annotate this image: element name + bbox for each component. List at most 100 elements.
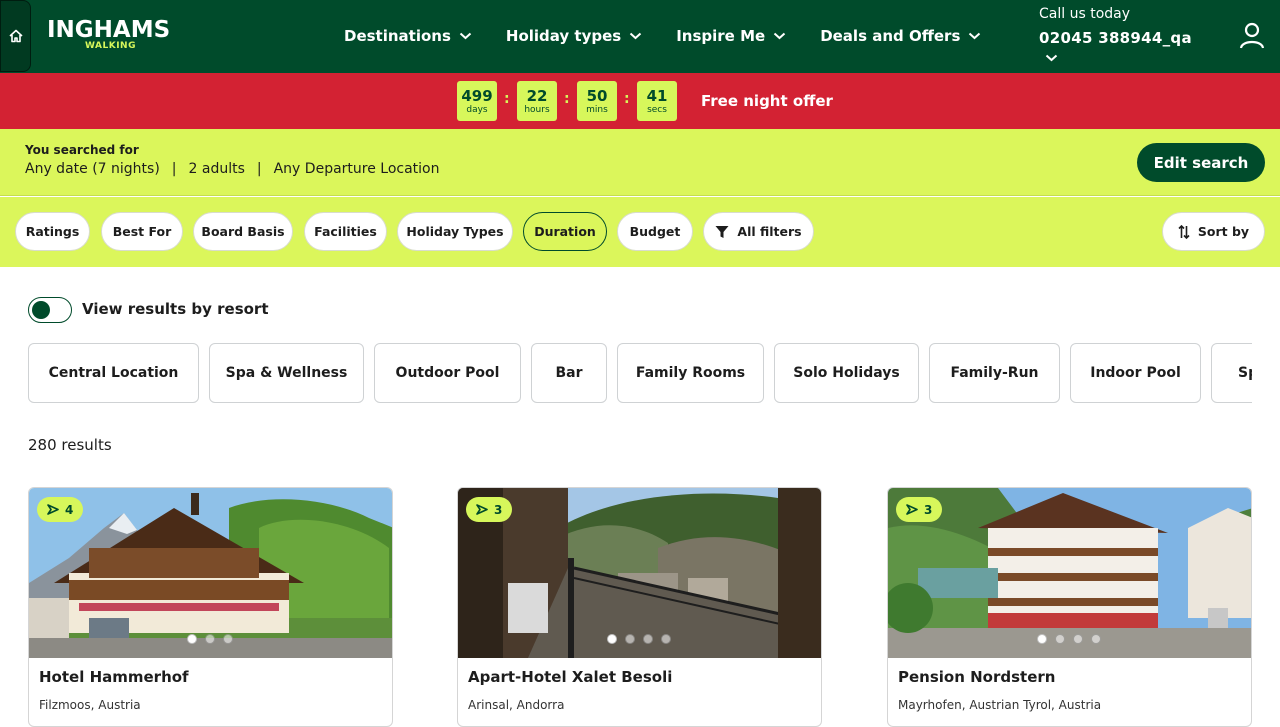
carousel-dot[interactable] — [1091, 634, 1101, 644]
chevron-down-icon — [774, 32, 786, 40]
criteria-separator: | — [256, 161, 262, 177]
carousel-dot[interactable] — [187, 634, 197, 644]
carousel-dot[interactable] — [205, 634, 215, 644]
hotel-name[interactable]: Pension Nordstern — [898, 668, 1055, 686]
search-departure: Any Departure Location — [273, 161, 440, 177]
carousel-dot[interactable] — [1073, 634, 1083, 644]
edit-search-button[interactable]: Edit search — [1137, 143, 1265, 182]
facility-indoor-pool[interactable]: Indoor Pool — [1070, 343, 1201, 403]
hotel-location: Mayrhofen, Austrian Tyrol, Austria — [898, 698, 1102, 712]
toggle-knob — [32, 301, 50, 319]
carousel-dot[interactable] — [1055, 634, 1065, 644]
secs-value: 41 — [646, 87, 668, 105]
hotel-name[interactable]: Hotel Hammerhof — [39, 668, 189, 686]
search-guests: 2 adults — [188, 161, 245, 177]
filter-board-basis[interactable]: Board Basis — [193, 212, 293, 251]
countdown-mins: 50 mins — [577, 81, 617, 121]
search-date: Any date (7 nights) — [25, 161, 160, 177]
rating-badge: 3 — [466, 497, 513, 522]
hotel-card[interactable]: 3 Pension Nordstern Mayrhofen, Austrian … — [887, 487, 1252, 727]
countdown-banner[interactable]: 499 days : 22 hours : 50 mins : 41 secs … — [0, 73, 1280, 129]
call-label: Call us today — [1039, 6, 1131, 22]
criteria-separator: | — [171, 161, 177, 177]
filter-best-for[interactable]: Best For — [101, 212, 183, 251]
carousel-dot[interactable] — [223, 634, 233, 644]
carousel-dot[interactable] — [661, 634, 671, 644]
days-value: 499 — [461, 87, 493, 105]
countdown-hours: 22 hours — [517, 81, 557, 121]
chevron-down-icon — [459, 32, 472, 40]
carousel-dot[interactable] — [1037, 634, 1047, 644]
filter-ratings[interactable]: Ratings — [15, 212, 90, 251]
facility-spa-wellness[interactable]: Spa & Wellness — [209, 343, 364, 403]
nav-deals-offers[interactable]: Deals and Offers — [820, 27, 981, 45]
play-icon — [906, 504, 918, 515]
facility-family-rooms[interactable]: Family Rooms — [617, 343, 764, 403]
carousel-dot[interactable] — [643, 634, 653, 644]
search-summary-title: You searched for — [25, 143, 139, 157]
nav-destinations[interactable]: Destinations — [344, 27, 472, 45]
image-carousel-dots — [187, 634, 233, 644]
offer-text[interactable]: Free night offer — [701, 92, 833, 110]
user-icon[interactable] — [1239, 22, 1265, 50]
countdown-separator: : — [564, 91, 570, 107]
chevron-down-icon[interactable] — [1045, 54, 1058, 62]
phone-number[interactable]: 02045 388944_qa — [1039, 29, 1192, 47]
filter-budget[interactable]: Budget — [617, 212, 693, 251]
resort-view-toggle[interactable] — [28, 297, 72, 323]
filter-holiday-types[interactable]: Holiday Types — [397, 212, 513, 251]
site-header: INGHAMS WALKING Destinations Holiday typ… — [0, 0, 1280, 73]
carousel-dot[interactable] — [607, 634, 617, 644]
nav-holiday-types[interactable]: Holiday types — [506, 27, 642, 45]
hotel-location: Arinsal, Andorra — [468, 698, 565, 712]
rating-value: 4 — [65, 502, 74, 517]
nav-label: Deals and Offers — [820, 27, 961, 45]
nav-label: Destinations — [344, 27, 451, 45]
sort-by-label: Sort by — [1197, 224, 1250, 239]
secs-unit: secs — [647, 105, 667, 115]
filter-bar: Ratings Best For Board Basis Facilities … — [0, 197, 1280, 267]
hotel-image[interactable]: 3 — [888, 488, 1251, 658]
inghams-logo[interactable]: INGHAMS WALKING — [47, 18, 170, 51]
sort-by-button[interactable]: Sort by — [1162, 212, 1265, 251]
logo-sub: WALKING — [85, 41, 136, 51]
results-count: 280 results — [28, 436, 112, 454]
sort-icon — [1178, 224, 1190, 239]
hotel-image[interactable]: 4 — [29, 488, 392, 658]
hotel-card[interactable]: 4 Hotel Hammerhof Filzmoos, Austria — [28, 487, 393, 727]
hours-unit: hours — [524, 105, 550, 115]
play-icon — [47, 504, 59, 515]
facility-bar[interactable]: Bar — [531, 343, 607, 403]
hours-value: 22 — [526, 87, 548, 105]
nav-label: Inspire Me — [676, 27, 766, 45]
home-button[interactable] — [0, 0, 31, 72]
rating-value: 3 — [924, 502, 933, 517]
rating-badge: 3 — [896, 497, 943, 522]
facility-central-location[interactable]: Central Location — [28, 343, 199, 403]
days-unit: days — [466, 105, 488, 115]
hotel-name[interactable]: Apart-Hotel Xalet Besoli — [468, 668, 672, 686]
chevron-down-icon — [630, 32, 642, 40]
all-filters-button[interactable]: All filters — [703, 212, 814, 251]
call-us[interactable]: Call us today 02045 388944_qa — [1039, 5, 1192, 66]
nav-label: Holiday types — [505, 27, 622, 45]
facility-solo-holidays[interactable]: Solo Holidays — [774, 343, 919, 403]
facility-partial[interactable]: Sp — [1211, 343, 1252, 403]
hotel-image[interactable]: 3 — [458, 488, 821, 658]
countdown-separator: : — [504, 91, 510, 107]
countdown-secs: 41 secs — [637, 81, 677, 121]
resort-view-label: View results by resort — [82, 300, 269, 318]
facility-outdoor-pool[interactable]: Outdoor Pool — [374, 343, 521, 403]
search-criteria: Any date (7 nights) | 2 adults | Any Dep… — [25, 161, 440, 177]
facility-chips: Central Location Spa & Wellness Outdoor … — [28, 343, 1252, 404]
carousel-dot[interactable] — [625, 634, 635, 644]
nav-inspire-me[interactable]: Inspire Me — [676, 27, 786, 45]
countdown-separator: : — [624, 91, 630, 107]
hotel-location: Filzmoos, Austria — [39, 698, 141, 712]
facility-family-run[interactable]: Family-Run — [929, 343, 1060, 403]
filter-facilities[interactable]: Facilities — [304, 212, 387, 251]
mins-unit: mins — [586, 105, 608, 115]
filter-icon — [715, 225, 729, 238]
filter-duration[interactable]: Duration — [523, 212, 607, 251]
hotel-card[interactable]: 3 Apart-Hotel Xalet Besoli Arinsal, Ando… — [457, 487, 822, 727]
